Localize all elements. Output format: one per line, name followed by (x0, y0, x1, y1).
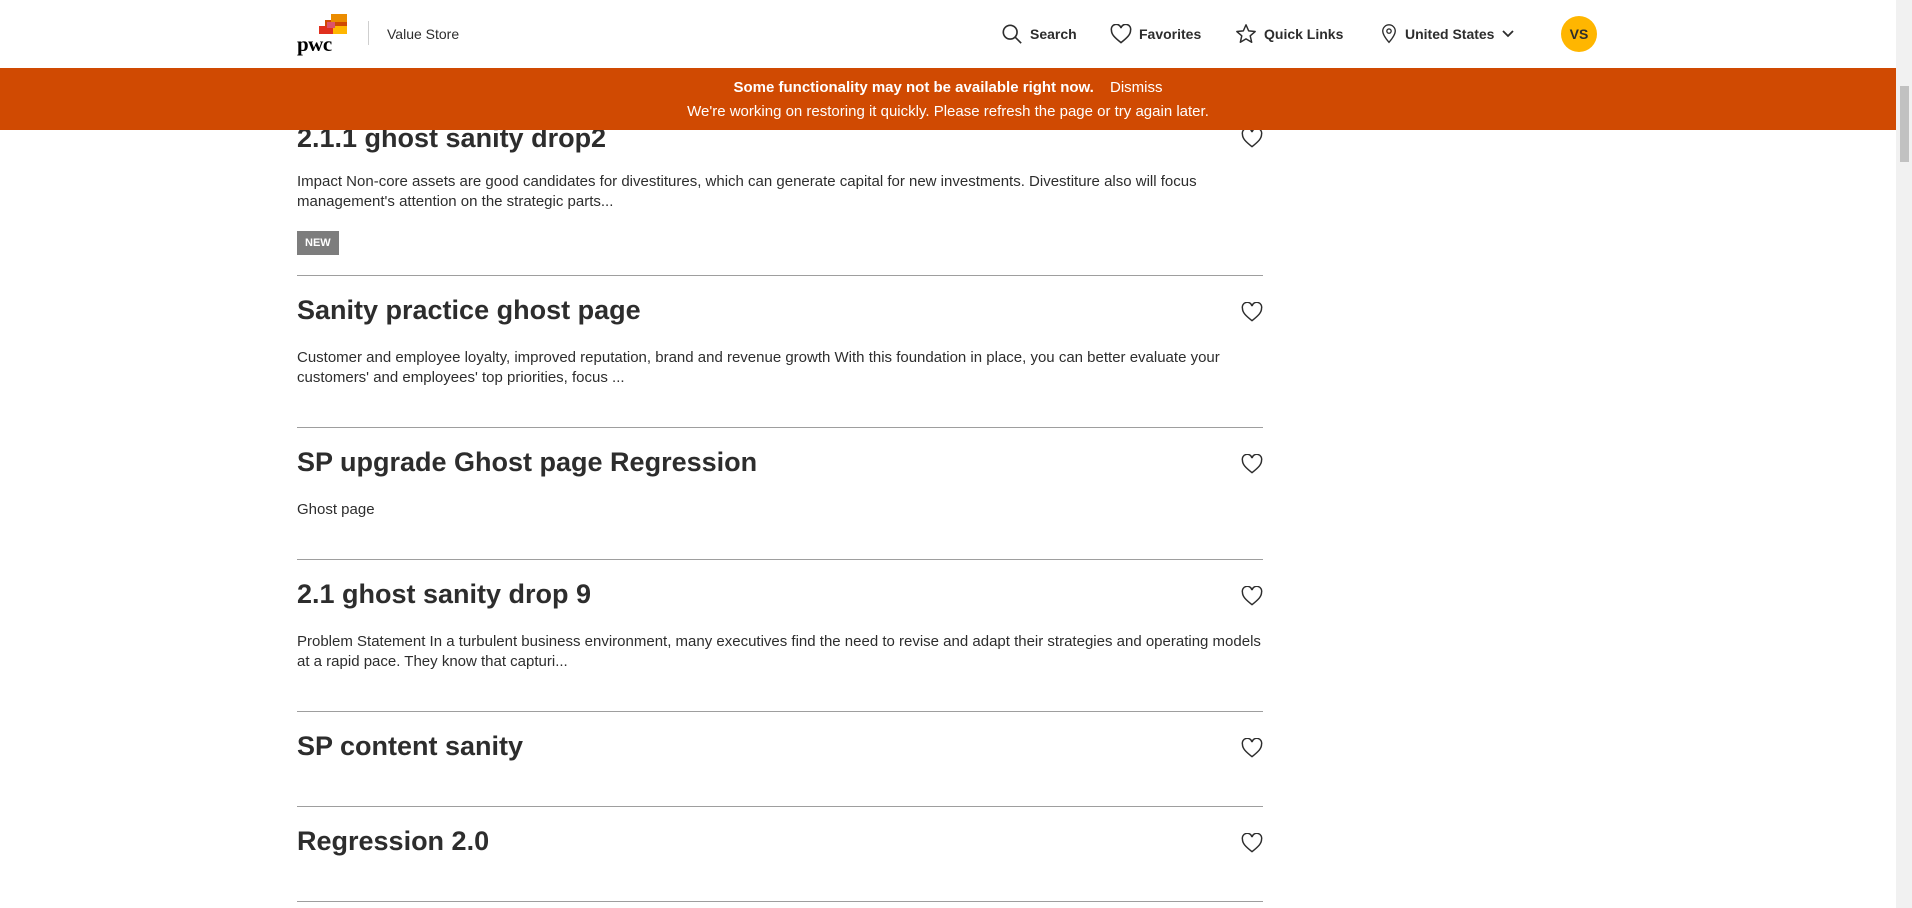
favorites-link[interactable]: Favorites (1110, 22, 1201, 46)
new-badge: NEW (297, 231, 339, 255)
item-description: Problem Statement In a turbulent busines… (297, 633, 1261, 670)
favorites-label: Favorites (1139, 26, 1202, 42)
list-item: Sanity practice ghost page Customer and … (297, 276, 1263, 428)
dismiss-button[interactable]: Dismiss (1110, 79, 1163, 96)
item-title[interactable]: SP upgrade Ghost page Regression (297, 447, 757, 478)
chevron-down-icon (1502, 30, 1515, 38)
location-pin-icon (1382, 24, 1396, 44)
heart-icon[interactable] (1241, 738, 1263, 758)
item-title[interactable]: SP content sanity (297, 731, 523, 762)
banner-headline-row: Some functionality may not be available … (0, 79, 1896, 96)
region-selector[interactable]: United States (1380, 22, 1515, 46)
banner-message: We're working on restoring it quickly. P… (687, 103, 1209, 120)
list-item: Regression 2.0 (297, 807, 1263, 902)
scrollbar-thumb[interactable] (1900, 86, 1909, 162)
star-icon (1236, 24, 1256, 43)
heart-icon[interactable] (1241, 302, 1263, 322)
list-item: 2.1.1 ghost sanity drop2 Impact Non-core… (297, 118, 1263, 276)
item-title[interactable]: Sanity practice ghost page (297, 295, 641, 326)
page-scrollbar[interactable] (1896, 0, 1912, 908)
heart-icon[interactable] (1241, 833, 1263, 853)
logo-divider (368, 21, 369, 45)
item-description: Impact Non-core assets are good candidat… (297, 173, 1197, 210)
heart-icon (1110, 24, 1132, 44)
page: 2.1.1 ghost sanity drop2 Impact Non-core… (0, 0, 1912, 908)
search-icon (1002, 24, 1022, 44)
pwc-logo[interactable]: pwc (297, 14, 349, 56)
outage-banner: Some functionality may not be available … (0, 68, 1896, 130)
quick-links-link[interactable]: Quick Links (1235, 22, 1343, 46)
quick-links-label: Quick Links (1264, 26, 1344, 42)
app-name[interactable]: Value Store (387, 26, 459, 42)
banner-headline: Some functionality may not be available … (733, 79, 1094, 96)
item-description: Customer and employee loyalty, improved … (297, 349, 1220, 386)
user-avatar[interactable]: VS (1561, 16, 1597, 52)
item-description: Ghost page (297, 501, 375, 518)
item-title[interactable]: 2.1 ghost sanity drop 9 (297, 579, 591, 610)
heart-icon[interactable] (1241, 128, 1263, 148)
search-link[interactable]: Search (1001, 22, 1077, 46)
logo-text: pwc (297, 32, 332, 56)
heart-icon[interactable] (1241, 454, 1263, 474)
top-header: pwc Value Store Search Favorites Quick L… (0, 0, 1896, 68)
list-item: 2.1 ghost sanity drop 9 Problem Statemen… (297, 560, 1263, 712)
search-label: Search (1030, 26, 1077, 42)
item-title[interactable]: Regression 2.0 (297, 826, 489, 857)
list-item: SP content sanity (297, 712, 1263, 807)
list-item: SP upgrade Ghost page Regression Ghost p… (297, 428, 1263, 560)
region-label: United States (1405, 26, 1495, 42)
heart-icon[interactable] (1241, 586, 1263, 606)
